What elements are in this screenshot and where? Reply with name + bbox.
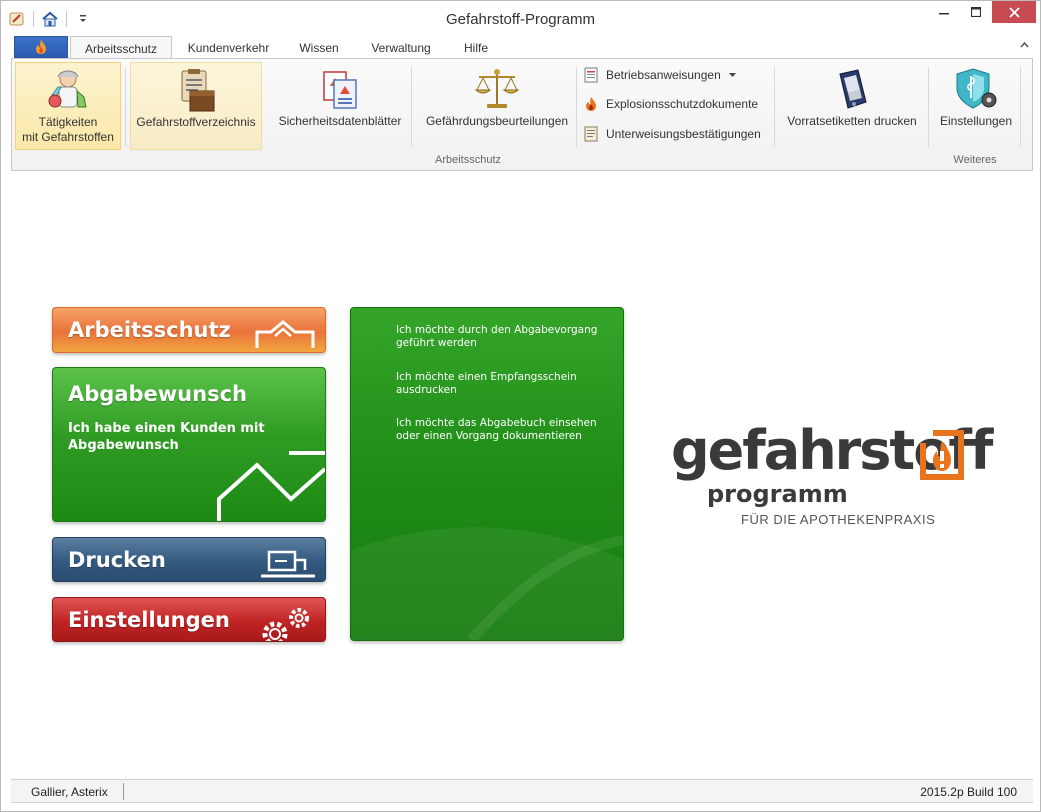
ribbon-tab-row: Arbeitsschutz Kundenverkehr Wissen Verwa… <box>11 35 1033 60</box>
vorratsetiketten-label: Vorratsetiketten drucken <box>787 114 917 128</box>
betriebsanweisungen-button[interactable]: Betriebsanweisungen <box>584 65 736 85</box>
unterweisungsbestaetigungen-button[interactable]: Unterweisungsbestätigungen <box>584 124 761 144</box>
einstellungen-ribbon-button[interactable]: Einstellungen <box>934 62 1018 150</box>
document-list-icon <box>584 67 598 83</box>
tab-arbeitsschutz[interactable]: Arbeitsschutz <box>70 36 172 60</box>
gefahrstoffverzeichnis-label: Gefahrstoffverzeichnis <box>136 115 256 129</box>
status-build: 2015.2p Build 100 <box>920 785 1017 799</box>
option-abgabevorgang-line-2: geführt werden <box>396 337 477 349</box>
ribbon-separator <box>1020 67 1021 147</box>
main-content: Arbeitsschutz Abgabewunsch Ich habe eine… <box>11 171 1033 779</box>
status-user: Gallier, Asterix <box>31 785 108 799</box>
window-title: Gefahrstoff-Programm <box>446 11 595 28</box>
option-abgabebuch-line-2: oder einen Vorgang dokumentieren <box>396 430 582 442</box>
scales-icon <box>473 64 521 114</box>
option-empfangsschein-line-1: Ich möchte einen Empfangsschein <box>396 371 577 383</box>
arrow-chart-icon <box>217 451 325 521</box>
house-outline-icon <box>255 320 315 348</box>
minimize-button[interactable] <box>928 1 960 23</box>
einstellungen-tile-title: Einstellungen <box>68 608 230 632</box>
abgabewunsch-subtitle-1: Ich habe einen Kunden mit <box>68 421 265 436</box>
clipboard-box-icon <box>172 65 220 115</box>
scientist-icon <box>44 65 92 115</box>
option-abgabevorgang-line-1: Ich möchte durch den Abgabevorgang <box>396 324 598 336</box>
ribbon: Tätigkeiten mit Gefahrstoffen Gefahrstof… <box>11 58 1033 171</box>
abgabewunsch-tile[interactable]: Abgabewunsch Ich habe einen Kunden mit A… <box>52 367 326 522</box>
documents-icon <box>318 64 362 114</box>
app-window: Gefahrstoff-Programm Arbeitsschutz Kunde… <box>0 0 1041 812</box>
ribbon-separator <box>125 67 126 147</box>
logo-tagline: FÜR DIE APOTHEKENPRAXIS <box>741 512 936 527</box>
option-abgabebuch-line-1: Ich möchte das Abgabebuch einsehen <box>396 417 597 429</box>
logo-subword: programm <box>707 480 848 508</box>
arbeitsschutz-tile[interactable]: Arbeitsschutz <box>52 307 326 353</box>
gears-icon <box>262 608 309 641</box>
option-abgabevorgang[interactable]: Ich möchte durch den Abgabevorgang gefüh… <box>396 324 606 350</box>
ribbon-separator <box>774 67 775 147</box>
tab-wissen[interactable]: Wissen <box>287 36 351 59</box>
printer-icon <box>261 550 315 578</box>
status-separator <box>123 783 124 800</box>
tab-hilfe[interactable]: Hilfe <box>451 36 501 59</box>
title-bar: Gefahrstoff-Programm <box>1 1 1040 37</box>
drucken-tile-title: Drucken <box>68 548 166 572</box>
taetigkeiten-label-2: mit Gefahrstoffen <box>22 130 114 144</box>
option-empfangsschein-line-2: ausdrucken <box>396 384 457 396</box>
abgabe-options-panel: Ich möchte durch den Abgabevorgang gefüh… <box>350 307 624 641</box>
dropdown-arrow-icon[interactable] <box>728 72 736 78</box>
unterweisungsbestaetigungen-label: Unterweisungsbestätigungen <box>606 127 761 141</box>
tab-verwaltung[interactable]: Verwaltung <box>359 36 443 59</box>
option-abgabebuch[interactable]: Ich möchte das Abgabebuch einsehen oder … <box>396 417 606 443</box>
sicherheitsdatenblaetter-button[interactable]: Sicherheitsdatenblätter <box>270 62 410 150</box>
arbeitsschutz-tile-title: Arbeitsschutz <box>68 318 231 342</box>
tab-kundenverkehr[interactable]: Kundenverkehr <box>177 36 280 59</box>
taetigkeiten-button[interactable]: Tätigkeiten mit Gefahrstoffen <box>15 62 121 150</box>
explosionsschutzdokumente-label: Explosionsschutzdokumente <box>606 97 759 111</box>
flame-icon <box>36 40 46 54</box>
ribbon-separator <box>928 67 929 147</box>
vorratsetiketten-button[interactable]: Vorratsetiketten drucken <box>782 62 922 150</box>
ribbon-separator <box>411 67 412 147</box>
flame-icon <box>586 97 596 111</box>
explosionsschutzdokumente-button[interactable]: Explosionsschutzdokumente <box>584 94 758 114</box>
taetigkeiten-label-1: Tätigkeiten <box>38 115 98 129</box>
option-empfangsschein[interactable]: Ich möchte einen Empfangsschein ausdruck… <box>396 371 606 397</box>
betriebsanweisungen-label: Betriebsanweisungen <box>606 68 721 82</box>
drucken-tile[interactable]: Drucken <box>52 537 326 582</box>
gefahrstoff-logo: gefahrstoff programm FÜR DIE APOTHEKENPR… <box>671 419 1011 534</box>
window-controls <box>928 1 1036 23</box>
abgabewunsch-tile-title: Abgabewunsch <box>68 382 247 406</box>
panel-swoosh-decoration <box>351 527 623 640</box>
gefahrstoffverzeichnis-button[interactable]: Gefahrstoffverzeichnis <box>130 62 262 150</box>
einstellungen-tile[interactable]: Einstellungen <box>52 597 326 642</box>
checklist-icon <box>584 126 598 142</box>
maximize-button[interactable] <box>960 1 992 23</box>
gefaehrdungsbeurteilungen-button[interactable]: Gefährdungsbeurteilungen <box>417 62 577 150</box>
ribbon-separator <box>576 67 577 147</box>
application-button[interactable] <box>14 36 68 58</box>
sicherheitsdatenblaetter-label: Sicherheitsdatenblätter <box>278 114 402 128</box>
shield-gear-icon <box>953 64 999 114</box>
gefaehrdungsbeurteilungen-label: Gefährdungsbeurteilungen <box>425 114 569 128</box>
collapse-ribbon-icon[interactable] <box>1020 41 1029 51</box>
status-bar: Gallier, Asterix 2015.2p Build 100 <box>11 779 1033 803</box>
logo-flame-badge-icon <box>920 430 964 480</box>
close-button[interactable] <box>992 1 1036 23</box>
group-label-weiteres: Weiteres <box>953 154 997 166</box>
group-label-arbeitsschutz: Arbeitsschutz <box>434 154 502 166</box>
einstellungen-ribbon-label: Einstellungen <box>939 114 1013 128</box>
label-printer-icon <box>830 64 874 114</box>
